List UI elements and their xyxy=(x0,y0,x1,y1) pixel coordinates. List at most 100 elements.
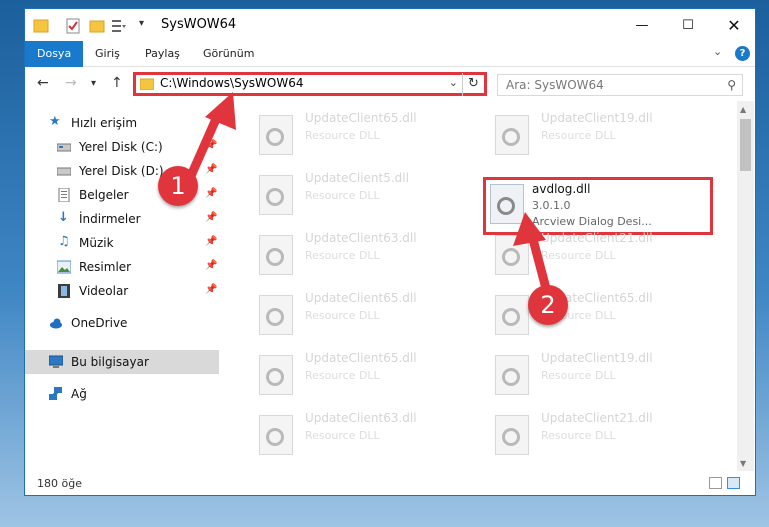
step-1-badge: 1 xyxy=(158,166,198,206)
dll-file-icon xyxy=(259,175,293,215)
tab-share[interactable]: Paylaş xyxy=(133,41,192,67)
vertical-scrollbar[interactable]: ▲ ▼ xyxy=(737,101,754,471)
documents-icon xyxy=(58,188,70,202)
expand-ribbon-icon[interactable]: ⌄ xyxy=(713,45,722,58)
sidebar-item-music[interactable]: ♫ Müzik 📌 xyxy=(25,231,219,255)
file-item[interactable]: UpdateClient65.dll Resource DLL xyxy=(485,285,715,341)
file-description: Resource DLL xyxy=(541,249,616,262)
tiles-view-icon[interactable] xyxy=(727,477,740,489)
maximize-button[interactable]: ☐ xyxy=(665,9,711,41)
quick-access-dropdown-icon[interactable]: ▾ xyxy=(139,18,155,34)
pin-icon: 📌 xyxy=(205,236,218,247)
sidebar-item-pictures[interactable]: Resimler 📌 xyxy=(25,255,219,279)
file-item[interactable]: UpdateClient21.dll Resource DLL xyxy=(485,405,715,461)
pin-icon: 📌 xyxy=(205,164,218,175)
search-icon[interactable]: ⚲ xyxy=(727,78,736,92)
pin-icon: 📌 xyxy=(205,260,218,271)
search-box[interactable]: Ara: SysWOW64 ⚲ xyxy=(497,74,743,96)
file-item[interactable]: UpdateClient5.dll Resource DLL xyxy=(249,165,479,221)
sidebar-item-quick-access[interactable]: ★ Hızlı erişim xyxy=(25,111,219,135)
sidebar-item-this-pc[interactable]: Bu bilgisayar xyxy=(25,350,219,374)
sidebar-item-label: Bu bilgisayar xyxy=(71,355,149,369)
file-name: UpdateClient65.dll xyxy=(305,111,417,125)
sidebar-item-label: Belgeler xyxy=(79,188,129,202)
file-name: UpdateClient65.dll xyxy=(305,291,417,305)
file-name: UpdateClient63.dll xyxy=(305,411,417,425)
dll-file-icon xyxy=(259,355,293,395)
sidebar-item-videos[interactable]: Videolar 📌 xyxy=(25,279,219,303)
navigation-pane: ★ Hızlı erişim Yerel Disk (C:) 📌 Yerel D… xyxy=(25,101,219,471)
tab-file[interactable]: Dosya xyxy=(25,41,84,67)
address-path[interactable]: C:\Windows\SysWOW64 xyxy=(160,76,304,90)
explorer-window: ▾ SysWOW64 — ☐ ✕ Dosya Giriş Paylaş Görü… xyxy=(24,8,756,496)
sidebar-item-label: Yerel Disk (D:) xyxy=(79,164,164,178)
file-name: avdlog.dll xyxy=(532,182,591,196)
file-item[interactable]: UpdateClient65.dll Resource DLL xyxy=(249,345,479,401)
up-button[interactable]: ↑ xyxy=(111,75,123,91)
scroll-thumb[interactable] xyxy=(740,119,751,171)
file-list: UpdateClient65.dll Resource DLL UpdateCl… xyxy=(219,101,737,471)
file-item[interactable]: UpdateClient63.dll Resource DLL xyxy=(249,225,479,281)
dll-file-icon xyxy=(495,295,529,335)
file-name: UpdateClient21.dll xyxy=(541,411,653,425)
dll-file-icon xyxy=(495,115,529,155)
search-placeholder[interactable]: Ara: SysWOW64 xyxy=(506,78,604,92)
scroll-down-icon[interactable]: ▼ xyxy=(740,459,746,468)
tab-home[interactable]: Giriş xyxy=(83,41,132,67)
sidebar-item-network[interactable]: Ağ xyxy=(25,382,219,406)
video-icon xyxy=(58,284,70,298)
sidebar-item-label: Resimler xyxy=(79,260,132,274)
tab-view[interactable]: Görünüm xyxy=(191,41,266,67)
file-item[interactable]: UpdateClient19.dll Resource DLL xyxy=(485,345,715,401)
sidebar-item-onedrive[interactable]: OneDrive xyxy=(25,311,219,335)
music-icon: ♫ xyxy=(58,234,70,249)
sidebar-item-label: Müzik xyxy=(79,236,114,250)
dll-file-icon xyxy=(259,415,293,455)
customize-toolbar-icon[interactable] xyxy=(111,18,127,34)
ribbon-tabs: Dosya Giriş Paylaş Görünüm ⌄ ? xyxy=(25,41,755,67)
file-name: UpdateClient5.dll xyxy=(305,171,409,185)
file-description: Resource DLL xyxy=(541,369,616,382)
file-description: Resource DLL xyxy=(541,429,616,442)
computer-icon xyxy=(49,355,63,368)
forward-button[interactable]: → xyxy=(65,75,77,91)
file-item[interactable]: UpdateClient65.dll Resource DLL xyxy=(249,105,479,161)
refresh-icon[interactable]: ↻ xyxy=(462,73,484,96)
dll-file-icon xyxy=(495,355,529,395)
file-description: Resource DLL xyxy=(305,429,380,442)
file-item[interactable]: UpdateClient19.dll Resource DLL xyxy=(485,105,715,161)
scroll-up-icon[interactable]: ▲ xyxy=(740,105,746,114)
file-description: Resource DLL xyxy=(305,309,380,322)
folder-icon xyxy=(33,19,49,33)
window-title: SysWOW64 xyxy=(161,17,237,32)
address-dropdown-icon[interactable]: ⌄ xyxy=(449,76,458,89)
address-bar[interactable]: C:\Windows\SysWOW64 ⌄ ↻ xyxy=(133,72,487,96)
sidebar-item-downloads[interactable]: ↓ İndirmeler 📌 xyxy=(25,207,219,231)
recent-locations-icon[interactable]: ▾ xyxy=(91,78,96,89)
file-item[interactable]: UpdateClient65.dll Resource DLL xyxy=(249,285,479,341)
close-button[interactable]: ✕ xyxy=(711,9,755,41)
minimize-button[interactable]: — xyxy=(619,9,665,41)
file-name: UpdateClient19.dll xyxy=(541,351,653,365)
file-version: 3.0.1.0 xyxy=(532,199,571,212)
sidebar-item-label: Ağ xyxy=(71,387,87,401)
pin-icon: 📌 xyxy=(205,284,218,295)
file-item[interactable]: UpdateClient21.dll Resource DLL xyxy=(485,225,715,281)
new-folder-icon[interactable] xyxy=(89,18,105,34)
file-item[interactable]: UpdateClient63.dll Resource DLL xyxy=(249,405,479,461)
sidebar-item-label: Hızlı erişim xyxy=(71,116,138,130)
pin-icon: 📌 xyxy=(205,140,218,151)
details-view-icon[interactable] xyxy=(709,477,722,489)
network-icon xyxy=(49,387,62,400)
drive-icon xyxy=(57,143,71,152)
back-button[interactable]: ← xyxy=(37,75,49,91)
star-icon: ★ xyxy=(49,114,61,129)
navigation-bar: ← → ▾ ↑ C:\Windows\SysWOW64 ⌄ ↻ Ara: Sys… xyxy=(25,67,755,101)
sidebar-item-local-disk-c[interactable]: Yerel Disk (C:) 📌 xyxy=(25,135,219,159)
properties-icon[interactable] xyxy=(65,18,81,34)
step-2-badge: 2 xyxy=(528,285,568,325)
file-name: UpdateClient65.dll xyxy=(305,351,417,365)
file-name: UpdateClient21.dll xyxy=(541,231,653,245)
help-icon[interactable]: ? xyxy=(735,46,750,61)
dll-file-icon xyxy=(490,184,524,224)
